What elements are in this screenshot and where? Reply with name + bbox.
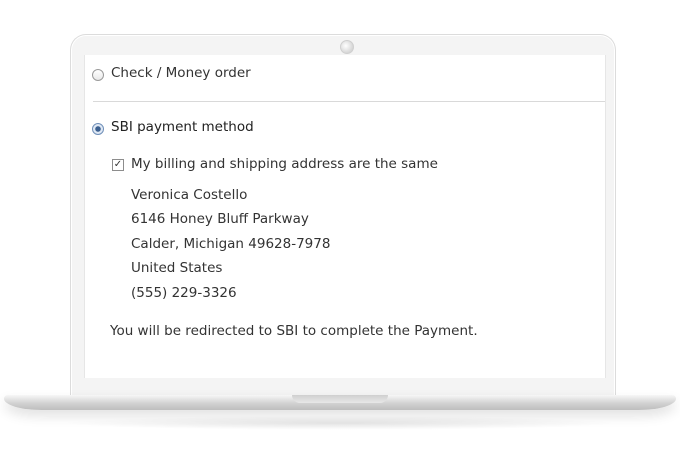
address-country: United States (131, 260, 223, 276)
address-name: Veronica Costello (131, 187, 248, 203)
camera-icon (340, 40, 354, 54)
check-money-order-label[interactable]: Check / Money order (111, 65, 251, 81)
laptop-shadow (60, 416, 620, 430)
same-address-checkbox[interactable]: ✓ (112, 159, 124, 171)
sbi-payment-radio[interactable] (92, 123, 104, 135)
address-city: Calder, Michigan 49628-7978 (131, 236, 331, 252)
payment-method-panel: Check / Money order SBI payment method ✓… (84, 55, 606, 378)
redirect-note: You will be redirected to SBI to complet… (110, 323, 478, 339)
sbi-payment-label[interactable]: SBI payment method (111, 119, 254, 135)
address-phone: (555) 229-3326 (131, 285, 237, 301)
check-money-order-radio[interactable] (92, 69, 104, 81)
laptop-notch (292, 395, 388, 403)
divider (93, 101, 605, 102)
same-address-label[interactable]: My billing and shipping address are the … (131, 156, 438, 172)
address-street: 6146 Honey Bluff Parkway (131, 211, 309, 227)
